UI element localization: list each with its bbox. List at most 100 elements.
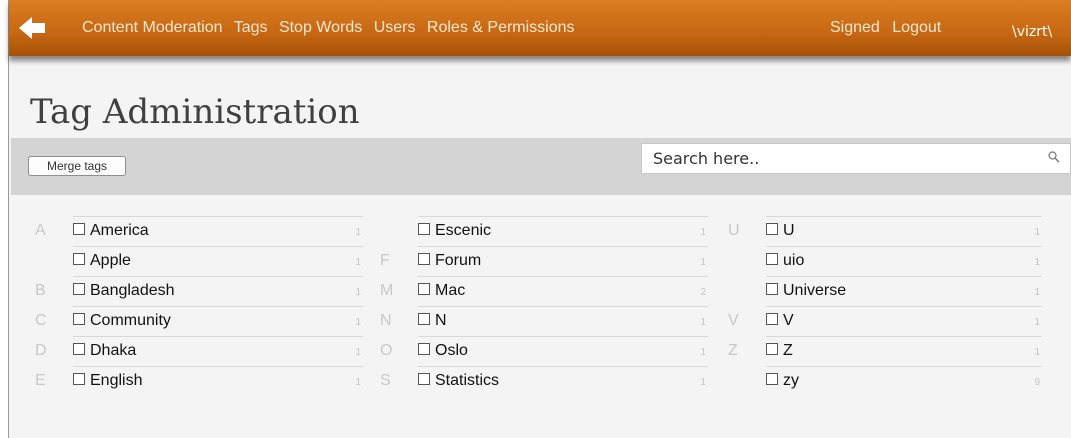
tag-checkbox[interactable] <box>766 313 778 325</box>
tag-row: Universe 1 <box>766 276 1042 306</box>
tag-count: 1 <box>1034 347 1040 358</box>
letter-index: F <box>380 252 390 269</box>
tag-checkbox-label[interactable]: U <box>766 222 795 240</box>
tag-checkbox[interactable] <box>73 223 85 235</box>
nav-logout[interactable]: Logout <box>892 19 941 36</box>
tag-checkbox-label[interactable]: Apple <box>73 252 131 270</box>
letter-index: U <box>728 222 740 239</box>
user-nav: Signed Logout <box>830 19 949 37</box>
tag-count: 9 <box>1034 377 1040 388</box>
nav-tags[interactable]: Tags <box>234 19 268 36</box>
tag-row: V V 1 <box>728 306 1042 336</box>
tag-count: 1 <box>1034 257 1040 268</box>
tag-checkbox-label[interactable]: Universe <box>766 282 846 300</box>
letter-index: O <box>380 342 393 359</box>
tag-name: zy <box>783 372 799 389</box>
tag-checkbox-label[interactable]: Z <box>766 342 793 360</box>
tag-checkbox-label[interactable]: Bangladesh <box>73 282 175 300</box>
merge-tags-button[interactable]: Merge tags <box>28 156 126 176</box>
tag-name: Oslo <box>435 342 468 359</box>
letter-index: S <box>380 372 391 389</box>
letter-index: Z <box>728 342 738 359</box>
tag-checkbox[interactable] <box>418 283 430 295</box>
tag-column-3: U U 1 uio 1 Universe 1 V V 1 Z Z 1 zy 9 <box>728 216 1042 396</box>
tag-name: N <box>435 312 447 329</box>
tag-column-2: Escenic 1 F Forum 1 M Mac 2 N N 1 O Oslo 1 S Statistics… <box>380 216 708 396</box>
tag-row: M Mac 2 <box>380 276 708 306</box>
tag-checkbox-label[interactable]: Mac <box>418 282 465 300</box>
tag-checkbox[interactable] <box>418 343 430 355</box>
tag-checkbox[interactable] <box>73 253 85 265</box>
tag-checkbox-label[interactable]: Escenic <box>418 222 491 240</box>
tag-name: America <box>90 222 149 239</box>
tag-checkbox[interactable] <box>73 283 85 295</box>
tag-checkbox[interactable] <box>766 343 778 355</box>
search-input[interactable] <box>642 144 1037 173</box>
nav-roles-permissions[interactable]: Roles & Permissions <box>427 19 575 36</box>
tag-column-1: A America 1 Apple 1 B Bangladesh 1 C Community 1 D D… <box>35 216 363 396</box>
tag-name: Mac <box>435 282 466 299</box>
back-arrow-icon[interactable] <box>19 17 45 39</box>
tag-name: Statistics <box>435 372 500 389</box>
tag-name: uio <box>783 252 805 269</box>
tag-checkbox-label[interactable]: English <box>73 372 142 390</box>
tag-count: 1 <box>1034 227 1040 238</box>
tag-checkbox[interactable] <box>73 313 85 325</box>
tag-checkbox-label[interactable]: N <box>418 312 447 330</box>
tag-count: 1 <box>355 257 361 268</box>
letter-index: A <box>35 222 46 239</box>
tag-checkbox[interactable] <box>73 373 85 385</box>
tag-name: Forum <box>435 252 482 269</box>
app-container: Content Moderation Tags Stop Words Users… <box>9 0 1071 438</box>
tag-checkbox-label[interactable]: America <box>73 222 149 240</box>
tag-count: 1 <box>1034 287 1040 298</box>
tag-checkbox[interactable] <box>766 223 778 235</box>
letter-index: V <box>728 312 739 329</box>
tag-row: zy 9 <box>766 366 1042 396</box>
tag-count: 1 <box>700 317 706 328</box>
letter-index: M <box>380 282 394 299</box>
tag-count: 1 <box>700 257 706 268</box>
tag-checkbox[interactable] <box>766 283 778 295</box>
tag-checkbox[interactable] <box>73 343 85 355</box>
tag-count: 1 <box>700 227 706 238</box>
tag-checkbox-label[interactable]: Dhaka <box>73 342 136 360</box>
tag-row: E English 1 <box>35 366 363 396</box>
top-navigation-bar: Content Moderation Tags Stop Words Users… <box>9 0 1071 56</box>
tag-row: C Community 1 <box>35 306 363 336</box>
nav-stop-words[interactable]: Stop Words <box>279 19 362 36</box>
tag-row: A America 1 <box>35 216 363 246</box>
tag-count: 1 <box>355 227 361 238</box>
nav-content-moderation[interactable]: Content Moderation <box>82 19 223 36</box>
tag-checkbox[interactable] <box>418 373 430 385</box>
tag-name: Escenic <box>435 222 492 239</box>
tag-count: 1 <box>355 377 361 388</box>
tag-row: F Forum 1 <box>380 246 708 276</box>
tag-checkbox-label[interactable]: Statistics <box>418 372 499 390</box>
tag-checkbox-label[interactable]: Forum <box>418 252 481 270</box>
tag-name: Apple <box>90 252 131 269</box>
tag-checkbox[interactable] <box>418 253 430 265</box>
letter-index: C <box>35 312 47 329</box>
tag-checkbox[interactable] <box>766 253 778 265</box>
nav-signed[interactable]: Signed <box>830 19 880 36</box>
tag-row: uio 1 <box>766 246 1042 276</box>
tag-row: S Statistics 1 <box>380 366 708 396</box>
tag-row: Escenic 1 <box>418 216 708 246</box>
tag-checkbox-label[interactable]: Oslo <box>418 342 468 360</box>
tag-count: 1 <box>355 317 361 328</box>
nav-users[interactable]: Users <box>374 19 416 36</box>
tag-checkbox[interactable] <box>418 313 430 325</box>
tag-checkbox-label[interactable]: uio <box>766 252 804 270</box>
tag-checkbox-label[interactable]: Community <box>73 312 171 330</box>
search-icon[interactable] <box>1048 151 1060 163</box>
tag-checkbox-label[interactable]: V <box>766 312 794 330</box>
search-box <box>641 143 1071 174</box>
vizrt-logo: \vizrt\ <box>1012 24 1053 40</box>
tag-checkbox[interactable] <box>418 223 430 235</box>
main-nav: Content Moderation Tags Stop Words Users… <box>82 19 582 37</box>
tag-count: 2 <box>700 287 706 298</box>
tag-row: D Dhaka 1 <box>35 336 363 366</box>
tag-checkbox-label[interactable]: zy <box>766 372 799 390</box>
tag-checkbox[interactable] <box>766 373 778 385</box>
